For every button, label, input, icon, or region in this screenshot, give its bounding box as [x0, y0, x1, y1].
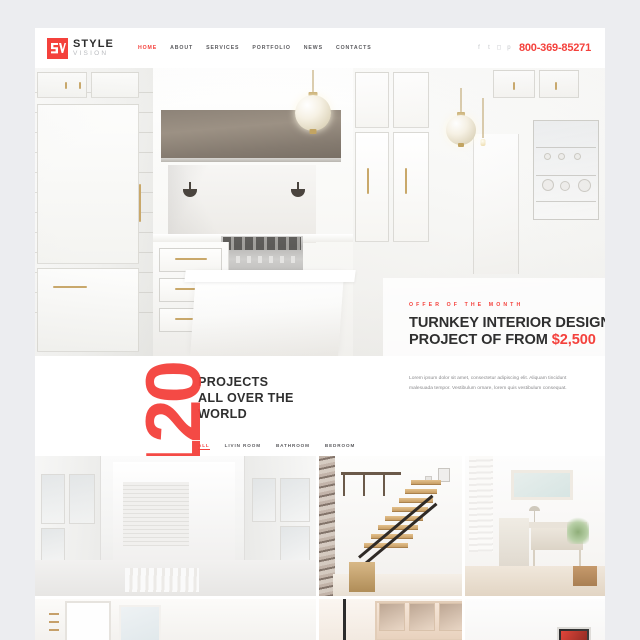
projects-title: PROJECTS ALL OVER THE WORLD	[198, 374, 378, 422]
nav-item-about[interactable]: ABOUT	[170, 45, 193, 51]
offer-card: OFFER OF THE MONTH TURNKEY INTERIOR DESI…	[383, 278, 605, 356]
gallery-item-cabinetry[interactable]	[319, 599, 462, 640]
gallery-item-entryway[interactable]	[35, 599, 316, 640]
offer-title: TURNKEY INTERIOR DESIGN PROJECT OF FROM …	[409, 315, 605, 349]
gallery-row	[35, 599, 605, 640]
nav-item-portfolio[interactable]: PORTFOLIO	[252, 45, 290, 51]
projects-title-line3: WORLD	[198, 407, 248, 422]
offer-title-line2: PROJECT OF FROM	[409, 331, 552, 348]
offer-price: $2,500	[551, 331, 596, 348]
nav-item-services[interactable]: SERVICES	[206, 45, 239, 51]
social-links: f t ◻ p	[476, 44, 512, 52]
projects-count: 120	[129, 364, 217, 456]
sv-monogram-icon	[47, 37, 68, 59]
gallery-item-living-room[interactable]	[465, 599, 605, 640]
site-header: STYLE VISION HOME ABOUT SERVICES PORTFOL…	[35, 28, 605, 68]
logo-title: STYLE	[73, 37, 114, 50]
offer-eyebrow: OFFER OF THE MONTH	[409, 302, 524, 308]
gallery-item-white-corridor[interactable]	[35, 456, 316, 596]
nav-item-contacts[interactable]: CONTACTS	[336, 45, 372, 51]
main-navigation: HOME ABOUT SERVICES PORTFOLIO NEWS CONTA…	[138, 45, 372, 51]
filter-bathroom[interactable]: BATHROOM	[276, 443, 310, 450]
projects-title-line2: ALL OVER THE	[198, 391, 294, 406]
filter-bedroom[interactable]: BEDROOM	[325, 443, 355, 450]
twitter-icon[interactable]: t	[486, 44, 492, 52]
website-page: STYLE VISION HOME ABOUT SERVICES PORTFOL…	[35, 28, 605, 640]
logo-tagline: VISION	[73, 49, 109, 57]
logo[interactable]: STYLE VISION	[47, 37, 114, 59]
projects-title-line1: PROJECTS	[198, 375, 269, 389]
gallery-item-staircase[interactable]	[319, 456, 462, 596]
header-right: f t ◻ p 800-369-85271	[476, 42, 591, 54]
gallery-row	[35, 456, 605, 596]
projects-description: Lorem ipsum dolor sit amet, consectetur …	[409, 376, 567, 392]
instagram-icon[interactable]: ◻	[496, 44, 502, 52]
portfolio-filters: ALL LIVIN ROOM BATHROOM BEDROOM	[198, 443, 378, 451]
nav-item-home[interactable]: HOME	[138, 45, 157, 51]
hero-section: OFFER OF THE MONTH TURNKEY INTERIOR DESI…	[35, 68, 605, 356]
phone-number[interactable]: 800-369-85271	[519, 42, 591, 54]
pinterest-icon[interactable]: p	[506, 44, 512, 52]
offer-title-line1: TURNKEY INTERIOR DESIGN	[409, 315, 605, 331]
facebook-icon[interactable]: f	[476, 44, 482, 52]
filter-livin-room[interactable]: LIVIN ROOM	[225, 443, 261, 450]
nav-item-news[interactable]: NEWS	[304, 45, 323, 51]
projects-section: 120 PROJECTS ALL OVER THE WORLD ALL LIVI…	[35, 356, 605, 456]
gallery-item-desk-workspace[interactable]	[465, 456, 605, 596]
portfolio-gallery	[35, 456, 605, 640]
